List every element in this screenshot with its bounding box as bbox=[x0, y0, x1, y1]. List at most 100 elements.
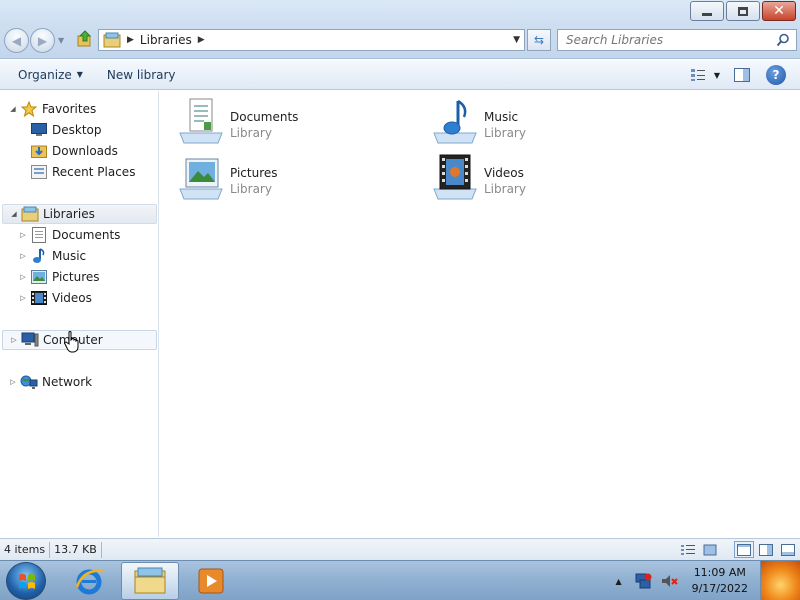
computer-icon bbox=[21, 332, 39, 348]
libraries-folder-icon bbox=[21, 206, 39, 222]
command-bar-right: ▼ ? bbox=[686, 60, 800, 90]
back-button[interactable]: ◀ bbox=[4, 28, 29, 53]
single-pane-button[interactable] bbox=[734, 541, 754, 558]
split-pane-button[interactable] bbox=[756, 541, 776, 558]
collapse-arrow-icon[interactable]: ◢ bbox=[8, 105, 18, 113]
tree-label: Libraries bbox=[43, 207, 95, 221]
sidebar-item-label: Documents bbox=[52, 228, 121, 242]
split-layout-icon bbox=[759, 543, 773, 556]
preview-pane-icon bbox=[734, 68, 750, 82]
expand-arrow-icon[interactable]: ▷ bbox=[8, 378, 18, 386]
taskbar-windows-explorer[interactable] bbox=[121, 562, 179, 600]
videos-icon bbox=[30, 290, 48, 306]
library-type: Library bbox=[230, 182, 272, 196]
address-bar[interactable]: ▶ Libraries ▶ ▼ bbox=[98, 29, 525, 51]
breadcrumb-separator-icon[interactable]: ▶ bbox=[198, 35, 205, 45]
help-icon: ? bbox=[772, 68, 780, 82]
maximize-button[interactable] bbox=[726, 1, 760, 21]
clock[interactable]: 11:09 AM 9/17/2022 bbox=[692, 565, 748, 597]
sidebar-item-videos[interactable]: ▷ Videos bbox=[0, 288, 157, 308]
refresh-icon: ⇆ bbox=[533, 33, 545, 47]
item-count: 4 items bbox=[0, 541, 51, 558]
tree-libraries[interactable]: ◢ Libraries bbox=[2, 204, 157, 224]
restore-icon bbox=[738, 6, 748, 16]
close-button[interactable]: ✕ bbox=[762, 1, 796, 21]
library-type: Library bbox=[484, 126, 526, 140]
breadcrumb-libraries[interactable]: Libraries bbox=[140, 33, 192, 47]
breadcrumb-separator-icon[interactable]: ▶ bbox=[127, 35, 134, 45]
sidebar-item-pictures[interactable]: ▷ Pictures bbox=[0, 267, 157, 287]
search-input[interactable] bbox=[566, 33, 766, 47]
network-icon bbox=[20, 374, 38, 390]
forward-button[interactable]: ▶ bbox=[30, 28, 55, 53]
minimize-button[interactable] bbox=[690, 1, 724, 21]
recent-pages-dropdown[interactable]: ▼ bbox=[58, 36, 64, 45]
library-name: Music bbox=[484, 110, 519, 124]
preview-pane-button[interactable] bbox=[730, 64, 754, 86]
internet-explorer-icon bbox=[75, 569, 104, 595]
chevron-down-icon: ▼ bbox=[713, 70, 721, 80]
collapse-arrow-icon[interactable]: ◢ bbox=[9, 210, 19, 218]
change-view-button[interactable]: ▼ bbox=[686, 64, 724, 86]
sidebar-item-music[interactable]: ▷ Music bbox=[0, 246, 157, 266]
pictures-library-icon bbox=[179, 158, 223, 200]
organize-button[interactable]: Organize ▼ bbox=[10, 63, 91, 87]
videos-library-icon bbox=[433, 154, 477, 200]
command-bar: Organize ▼ New library ▼ ? bbox=[0, 60, 800, 90]
search-icon[interactable] bbox=[776, 33, 790, 47]
search-box[interactable] bbox=[557, 29, 797, 51]
clock-date: 9/17/2022 bbox=[691, 582, 748, 595]
tree-network[interactable]: ▷ Network bbox=[0, 372, 157, 392]
taskbar-internet-explorer[interactable] bbox=[60, 562, 118, 600]
sidebar-item-desktop[interactable]: Desktop bbox=[0, 120, 157, 140]
status-view-controls bbox=[676, 541, 798, 558]
up-folder-icon[interactable] bbox=[76, 30, 94, 48]
expand-arrow-icon[interactable]: ▷ bbox=[18, 231, 28, 239]
pictures-icon bbox=[30, 269, 48, 285]
expand-arrow-icon[interactable]: ▷ bbox=[18, 252, 28, 260]
library-content-pane: Documents Library Music Library Pictures… bbox=[160, 91, 800, 537]
library-type: Library bbox=[230, 126, 272, 140]
documents-library-icon bbox=[179, 98, 223, 144]
new-library-button[interactable]: New library bbox=[99, 63, 184, 87]
library-item-videos[interactable]: Videos Library bbox=[430, 153, 660, 203]
volume-muted-icon[interactable] bbox=[660, 572, 678, 590]
window-layout-icon bbox=[737, 543, 751, 556]
sidebar-item-downloads[interactable]: Downloads bbox=[0, 141, 157, 161]
status-bar: 4 items 13.7 KB bbox=[0, 538, 800, 560]
library-item-music[interactable]: Music Library bbox=[430, 97, 660, 147]
organize-label: Organize bbox=[18, 67, 72, 82]
star-icon bbox=[20, 101, 38, 117]
show-desktop-button[interactable] bbox=[760, 561, 800, 600]
network-status-icon[interactable] bbox=[634, 572, 652, 590]
library-name: Pictures bbox=[230, 166, 278, 180]
taskbar-media-player[interactable] bbox=[182, 562, 240, 600]
library-item-pictures[interactable]: Pictures Library bbox=[176, 153, 406, 203]
expand-arrow-icon[interactable]: ▷ bbox=[18, 273, 28, 281]
expand-arrow-icon[interactable]: ▷ bbox=[9, 336, 19, 344]
details-view-button[interactable] bbox=[678, 541, 698, 558]
view-details-icon bbox=[690, 69, 705, 81]
sidebar-item-documents[interactable]: ▷ Documents bbox=[0, 225, 157, 245]
refresh-button[interactable]: ⇆ bbox=[527, 29, 551, 51]
address-dropdown-icon[interactable]: ▼ bbox=[513, 35, 520, 45]
start-button[interactable] bbox=[6, 562, 46, 600]
library-type: Library bbox=[484, 182, 526, 196]
windows-logo-icon bbox=[19, 574, 35, 589]
details-view-icon bbox=[681, 544, 695, 555]
forward-arrow-icon: ▶ bbox=[37, 33, 48, 48]
large-icons-view-button[interactable] bbox=[700, 541, 720, 558]
help-button[interactable]: ? bbox=[766, 65, 786, 85]
tree-favorites[interactable]: ◢ Favorites bbox=[0, 99, 157, 119]
show-hidden-icons-icon[interactable]: ▲ bbox=[615, 577, 621, 586]
folder-icon bbox=[134, 567, 166, 594]
expand-arrow-icon[interactable]: ▷ bbox=[18, 294, 28, 302]
details-pane-button[interactable] bbox=[778, 541, 798, 558]
navigation-pane: ◢ Favorites Desktop Downloads Recent Pla… bbox=[0, 91, 159, 537]
media-player-icon bbox=[198, 568, 224, 594]
tree-label: Favorites bbox=[42, 102, 97, 116]
sidebar-item-recent-places[interactable]: Recent Places bbox=[0, 162, 157, 182]
library-item-documents[interactable]: Documents Library bbox=[176, 97, 406, 147]
recent-places-icon bbox=[30, 164, 48, 180]
clock-time: 11:09 AM bbox=[693, 566, 746, 579]
